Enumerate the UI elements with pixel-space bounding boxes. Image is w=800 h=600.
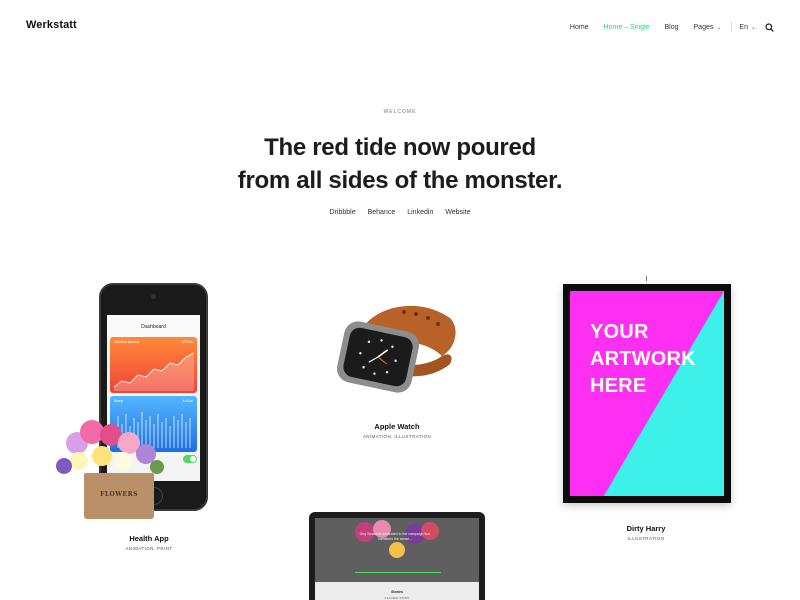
site-header: Werkstatt Home Home – Single Blog Pages ⌄… xyxy=(0,0,800,54)
language-label: En xyxy=(739,23,748,31)
social-links: Dribbble Behance Linkedin Website xyxy=(0,209,800,216)
phone-screen-title: Dashboard xyxy=(107,315,200,337)
work-categories-dirty-harry: ILLUSTRATION xyxy=(627,536,665,541)
flower-violet xyxy=(56,458,72,474)
social-link-dribbble[interactable]: Dribbble xyxy=(330,209,356,216)
flower-cream xyxy=(70,452,88,470)
portfolio-item-dirty-harry[interactable]: YOUR ARTWORK HERE xyxy=(563,284,731,503)
hero-title-line-1: The red tide now poured xyxy=(264,134,536,161)
watch-face xyxy=(341,325,415,389)
hero-eyebrow: WELCOME xyxy=(383,109,417,115)
nav-item-home-single[interactable]: Home – Single xyxy=(604,24,650,31)
main-nav: Home Home – Single Blog Pages ⌄ En ⌄ xyxy=(555,22,774,32)
frame-hook xyxy=(646,276,647,281)
laptop-subcaption: A FLORAL STORY xyxy=(384,596,410,600)
bag-label: FLOWERS xyxy=(100,491,138,498)
nav-item-pages-label: Pages xyxy=(693,23,714,31)
flower-bag: FLOWERS xyxy=(84,473,154,519)
poster-text: YOUR ARTWORK HERE xyxy=(590,319,696,400)
search-icon[interactable] xyxy=(765,22,774,32)
nav-item-blog[interactable]: Blog xyxy=(665,24,679,31)
work-title-dirty-harry[interactable]: Dirty Harry xyxy=(596,524,696,533)
laptop-screen: Guy Swanson dedicated to the campaign th… xyxy=(315,518,479,600)
hero-title-line-2: from all sides of the monster. xyxy=(237,167,563,194)
flower-white xyxy=(114,452,132,470)
nav-divider xyxy=(731,22,733,32)
work-title-apple-watch[interactable]: Apple Watch xyxy=(347,422,447,431)
social-link-website[interactable]: Website xyxy=(445,209,470,216)
poster-line-1: YOUR xyxy=(590,321,649,343)
social-link-linkedin[interactable]: Linkedin xyxy=(407,209,433,216)
laptop-caption: Stories xyxy=(391,590,403,594)
hero-title: The red tide now poured from all sides o… xyxy=(0,131,800,197)
site-logo[interactable]: Werkstatt xyxy=(26,19,77,31)
poster-line-2: ARTWORK xyxy=(590,348,696,370)
work-categories-health-app: ANIMATION, PRINT xyxy=(125,546,173,551)
laptop-hero: Guy Swanson dedicated to the campaign th… xyxy=(315,518,479,582)
poster-line-3: HERE xyxy=(590,375,647,397)
work-title-health-app[interactable]: Health App xyxy=(99,534,199,543)
chevron-down-icon: ⌄ xyxy=(750,24,756,31)
flower-leaf xyxy=(150,460,164,474)
calories-card: Calories Burned 470Cal xyxy=(110,337,197,393)
watch-dial xyxy=(359,339,397,375)
flower-yellow xyxy=(92,446,112,466)
nav-item-pages[interactable]: Pages ⌄ xyxy=(694,24,722,31)
portfolio-item-laptop[interactable]: Guy Swanson dedicated to the campaign th… xyxy=(309,512,485,600)
nav-item-home[interactable]: Home xyxy=(570,24,589,31)
social-link-behance[interactable]: Behance xyxy=(368,209,396,216)
laptop-hero-text: Guy Swanson dedicated to the campaign th… xyxy=(359,532,431,541)
work-categories-apple-watch: ANIMATION, ILLUSTRATION xyxy=(362,434,432,439)
chevron-down-icon: ⌄ xyxy=(716,24,722,31)
toggle-switch xyxy=(183,455,197,463)
language-switcher[interactable]: En ⌄ xyxy=(739,24,756,31)
calories-chart xyxy=(113,352,195,391)
laptop-accent-bar xyxy=(355,572,441,573)
phone-camera xyxy=(151,294,156,299)
laptop-flower-5 xyxy=(389,542,405,558)
poster: YOUR ARTWORK HERE xyxy=(570,291,724,496)
